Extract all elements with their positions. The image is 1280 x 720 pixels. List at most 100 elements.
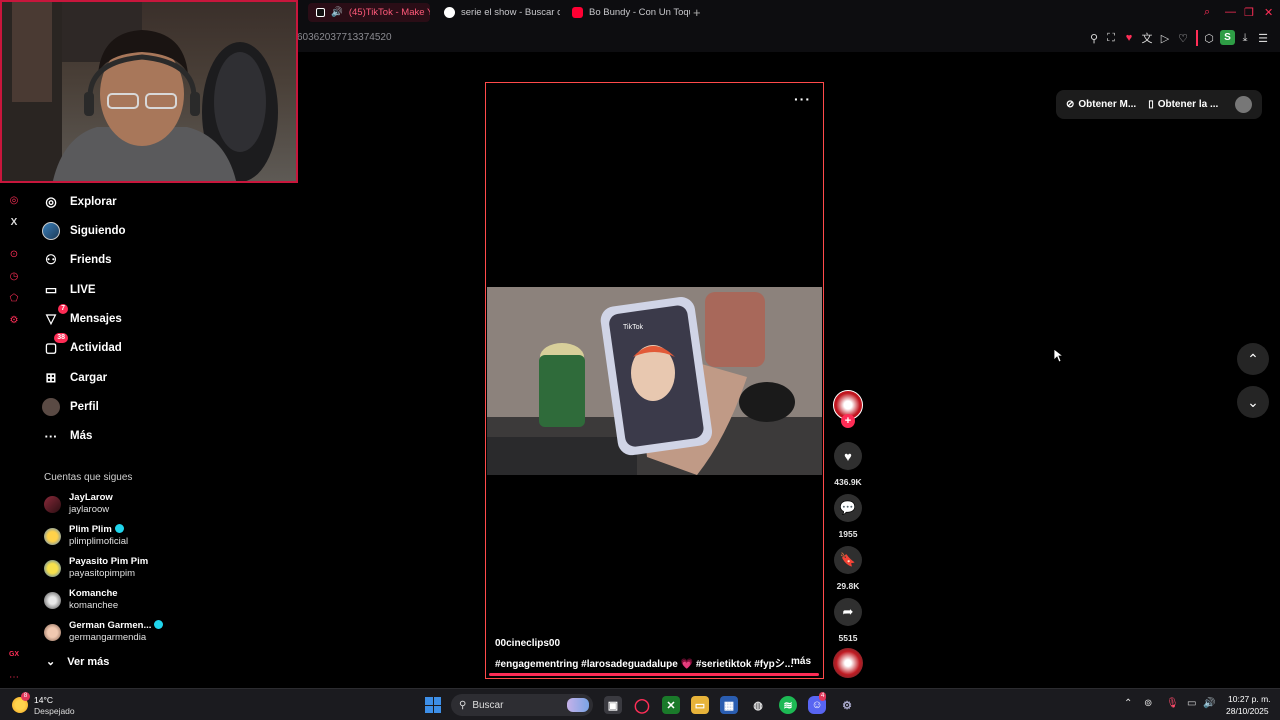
nav-mas[interactable]: ··· Más [42,425,93,447]
history-icon[interactable]: ◷ [7,269,21,283]
extensions-icon[interactable]: ⬡ [1202,31,1216,45]
new-tab-plus-icon[interactable]: + [693,5,701,20]
video-still-image: TikTok [487,287,822,475]
nav-perfil[interactable]: Perfil [42,396,99,418]
tab-google-search[interactable]: serie el show - Buscar co [436,3,560,22]
see-more-button[interactable]: ⌄ Ver más [46,655,109,669]
video-hashtags[interactable]: #engagementring #larosadeguadalupe 💗 #se… [495,655,793,670]
video-caption-more[interactable]: más [791,656,811,667]
nav-explorar[interactable]: ◎ Explorar [42,191,116,213]
send-icon[interactable]: ▷ [1158,31,1172,45]
xbox-icon[interactable]: ✕ [662,696,680,714]
video-frame[interactable]: TikTok [487,287,822,475]
verified-icon [154,620,164,629]
player-icon[interactable]: ⊙ [7,247,21,261]
video-author[interactable]: 00cineclips00 [495,638,560,649]
url-text[interactable]: 60362037713374520 [297,32,392,43]
weather-temperature: 14°C [34,695,53,705]
pin-icon[interactable]: ⚲ [1087,31,1101,45]
comment-button[interactable]: 💬 [834,494,862,522]
clock-date[interactable]: 28/10/2025 [1226,706,1269,716]
get-app-bar: ⊘ Obtener M... ▯ Obtener la ... [1056,90,1262,119]
microphone-icon[interactable]: 🎙 [1166,698,1179,709]
download-icon[interactable]: ⤓ [1238,31,1252,45]
snapshot-icon[interactable]: ⛶ [1104,31,1118,45]
bookmark-icon: 🔖 [839,552,857,567]
settings-icon[interactable]: ⚙ [7,313,21,327]
restore-icon[interactable]: ❐ [1244,6,1254,19]
instagram-icon[interactable]: ◎ [7,193,21,207]
opera-sidebar: ◎ X ⊙ ◷ ⬠ ⚙ GX ⋯ [0,185,28,685]
share-button[interactable]: ➦ [834,598,862,626]
get-mobile-app-button[interactable]: Obtener la ... [1158,99,1219,110]
nav-live[interactable]: ▭ LIVE [42,279,96,301]
messages-icon: ▽ 7 [42,304,68,328]
task-view-icon[interactable]: ▣ [604,696,622,714]
clock-time[interactable]: 10:27 p. m. [1228,694,1271,704]
translate-icon[interactable]: 文 [1140,31,1154,45]
account-name: Komanche [69,588,118,599]
nav-actividad[interactable]: ▢ 38 Actividad [42,333,122,359]
file-explorer-icon[interactable]: ▭ [691,696,709,714]
video-more-options-icon[interactable]: ··· [794,91,811,107]
opera-gx-icon[interactable]: ◯ [633,696,651,714]
volume-icon[interactable]: 🔊 [1203,698,1215,709]
nav-mensajes[interactable]: ▽ 7 Mensajes [42,304,122,330]
profile-avatar[interactable]: S [1220,30,1235,45]
like-button[interactable]: ♥ [834,442,862,470]
spotify-icon[interactable]: ≋ [779,696,797,714]
menu-icon[interactable]: ☰ [1256,31,1270,45]
tab-youtube[interactable]: Bo Bundy - Con Un Toque [564,3,690,22]
x-twitter-icon[interactable]: X [7,215,21,229]
following-title: Cuentas que sigues [44,472,133,483]
nav-label: LIVE [70,284,96,296]
chevron-down-icon: ⌄ [1247,393,1259,410]
tray-app-icon[interactable]: ⊚ [1144,698,1152,709]
close-icon[interactable]: ✕ [1264,6,1273,19]
save-button[interactable]: 🔖 [834,546,862,574]
following-account[interactable]: Payasito Pim Pim payasitopimpim [44,554,194,582]
taskbar-search[interactable]: ⚲ Buscar [451,694,593,716]
network-icon[interactable]: ▭ [1187,698,1196,709]
nav-siguiendo[interactable]: Siguiendo [42,220,126,242]
settings-gear-icon[interactable]: ⚙ [838,696,856,714]
minimize-icon[interactable]: — [1225,6,1236,18]
account-name: German Garmen... [69,620,152,631]
mouse-cursor-icon [1053,348,1063,363]
bookmark-icon[interactable]: ⬠ [7,291,21,305]
start-button[interactable] [425,697,441,713]
search-tabs-icon[interactable]: ⌕ [1204,6,1210,19]
following-account[interactable]: Plim Plim plimplimoficial [44,522,194,550]
tab-tiktok[interactable]: 🔊 (45)TikTok - Make Yo [308,3,430,22]
heart-icon[interactable]: ♡ [1176,31,1190,45]
following-account[interactable]: German Garmen... germangarmendia [44,618,194,646]
video-player[interactable]: ··· TikTok 00cineclips00 #engagementring… [485,82,824,679]
nav-friends[interactable]: ⚇ Friends [42,249,111,271]
pocket-icon[interactable]: ♥ [1122,31,1136,45]
music-disc-icon[interactable] [833,648,863,678]
phone-app-label: TikTok [623,324,643,331]
user-avatar[interactable] [1235,96,1252,113]
nav-cargar[interactable]: ⊞ Cargar [42,367,108,389]
steam-icon[interactable]: ◍ [749,696,767,714]
upload-icon: ⊞ [45,370,57,385]
tray-overflow-icon[interactable]: ⌃ [1124,698,1132,709]
activity-icon: ▢ 38 [42,333,68,357]
webcam-image [2,2,278,181]
video-progress-bar[interactable] [489,673,819,676]
comment-icon: 💬 [839,500,857,515]
sidebar-more-icon[interactable]: ⋯ [7,670,21,684]
following-account[interactable]: JayLarow jaylaroow [44,490,194,518]
avatar [44,591,61,609]
previous-video-button[interactable]: ⌃ [1237,343,1269,375]
compass-icon: ◎ [45,194,57,209]
desktop-app-icon: ⊘ [1066,99,1075,110]
search-label: Buscar [472,699,504,711]
next-video-button[interactable]: ⌄ [1237,386,1269,418]
following-account[interactable]: Komanche komanchee [44,586,194,614]
follow-plus-icon[interactable]: + [841,414,855,428]
store-icon[interactable]: ▦ [720,696,738,714]
get-desktop-app-button[interactable]: Obtener M... [1078,99,1136,110]
avatar [44,527,61,545]
gx-corner-icon[interactable]: GX [7,647,21,661]
